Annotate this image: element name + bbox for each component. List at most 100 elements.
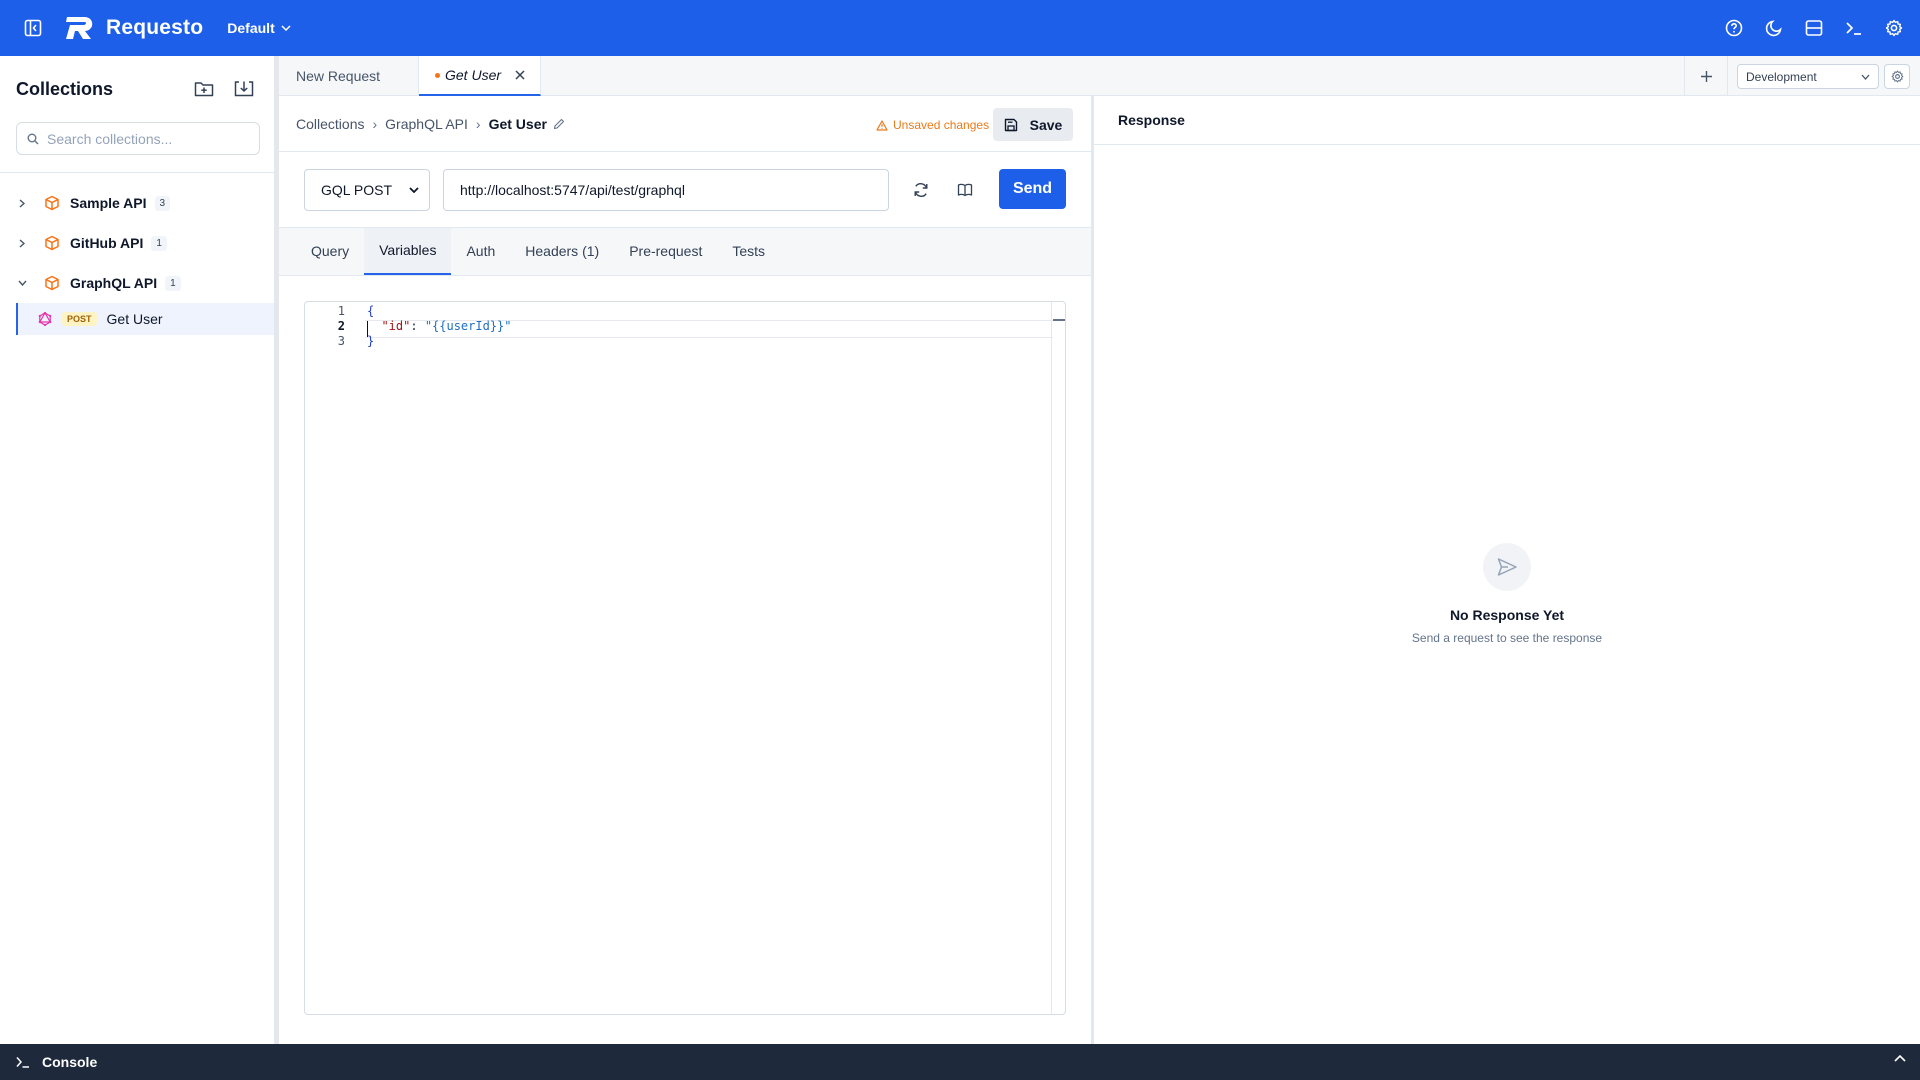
empty-subtitle: Send a request to see the response xyxy=(1411,631,1603,645)
collection-name: Sample API xyxy=(70,195,147,211)
collection-sample-api[interactable]: Sample API 3 xyxy=(0,183,274,223)
unsaved-text: Unsaved changes xyxy=(893,118,990,132)
code-line: } xyxy=(367,334,374,348)
open-brace: { xyxy=(367,304,375,318)
editor-scrollbar[interactable] xyxy=(1051,302,1065,1014)
line-number: 1 xyxy=(337,304,345,318)
workspace-selector[interactable]: Default xyxy=(227,20,291,36)
cube-icon xyxy=(44,275,60,291)
environment-settings-button[interactable] xyxy=(1884,64,1910,89)
refresh-schema-button[interactable] xyxy=(907,176,935,204)
tab-pre-request[interactable]: Pre-request xyxy=(614,227,717,275)
new-collection-button[interactable] xyxy=(188,73,220,105)
tab-variables[interactable]: Variables xyxy=(364,227,452,275)
breadcrumb: Collections › GraphQL API › Get User Uns… xyxy=(279,96,1091,152)
code-line: { xyxy=(367,304,374,318)
method-select[interactable]: GQL POST xyxy=(304,169,430,211)
layout-icon[interactable] xyxy=(1794,8,1834,48)
send-icon xyxy=(1483,543,1531,591)
send-button[interactable]: Send xyxy=(999,169,1066,209)
collections-sidebar: Collections Sample API 3 GitHub API 1 xyxy=(0,56,275,1044)
line-number: 3 xyxy=(337,334,345,348)
settings-gear-icon[interactable] xyxy=(1874,8,1914,48)
close-icon[interactable] xyxy=(515,70,525,80)
chevron-up-icon[interactable] xyxy=(1894,1054,1906,1062)
warning-icon xyxy=(876,119,888,131)
request-count-badge: 1 xyxy=(165,275,181,291)
graphql-icon xyxy=(38,312,52,326)
chevron-down-icon xyxy=(409,187,419,193)
json-colon: : xyxy=(410,319,425,333)
tab-headers[interactable]: Headers (1) xyxy=(510,227,614,275)
unsaved-indicator: Unsaved changes xyxy=(876,118,989,132)
close-brace: } xyxy=(367,334,375,348)
response-title: Response xyxy=(1094,96,1920,145)
json-value: "{{userId}}" xyxy=(424,319,512,333)
pencil-icon[interactable] xyxy=(553,118,565,130)
gear-icon xyxy=(1891,70,1903,83)
search-input[interactable] xyxy=(47,130,247,147)
save-icon xyxy=(1004,118,1017,131)
logo-icon xyxy=(64,15,96,41)
method-badge: POST xyxy=(62,312,97,326)
request-name: Get User xyxy=(106,311,163,327)
collection-github-api[interactable]: GitHub API 1 xyxy=(0,223,274,263)
url-value: http://localhost:5747/api/test/graphql xyxy=(460,182,685,198)
empty-title: No Response Yet xyxy=(1449,607,1565,623)
line-gutter: 1 2 3 xyxy=(305,302,355,1014)
response-panel: Response No Response Yet Send a request … xyxy=(1094,96,1920,1044)
collections-search[interactable] xyxy=(16,122,260,155)
moon-icon[interactable] xyxy=(1754,8,1794,48)
chevron-down-icon[interactable] xyxy=(12,280,32,286)
tab-tests[interactable]: Tests xyxy=(717,227,780,275)
cube-icon xyxy=(44,235,60,251)
search-icon xyxy=(27,133,39,144)
plus-icon xyxy=(1700,70,1712,82)
tab-query[interactable]: Query xyxy=(296,227,364,275)
book-icon xyxy=(957,183,973,197)
terminal-icon xyxy=(16,1056,30,1068)
collection-tree: Sample API 3 GitHub API 1 GraphQL API 1 … xyxy=(0,173,274,335)
sidebar-title: Collections xyxy=(16,78,114,99)
request-item-get-user[interactable]: POST Get User xyxy=(16,303,274,335)
folder-plus-icon xyxy=(194,82,214,97)
breadcrumb-collections[interactable]: Collections xyxy=(296,116,364,132)
app-name: Requesto xyxy=(106,16,204,39)
json-key: "id" xyxy=(381,319,411,333)
url-bar: GQL POST http://localhost:5747/api/test/… xyxy=(279,152,1091,228)
breadcrumb-separator: › xyxy=(372,115,378,132)
request-count-badge: 3 xyxy=(154,195,171,211)
cube-icon xyxy=(44,195,60,211)
request-count-badge: 1 xyxy=(151,235,167,251)
chevron-right-icon[interactable] xyxy=(12,238,32,248)
request-tabs-bar: New Request Get User Development xyxy=(279,56,1920,96)
save-button[interactable]: Save xyxy=(993,108,1073,141)
environment-value: Development xyxy=(1746,69,1817,84)
import-button[interactable] xyxy=(228,73,260,105)
tab-label: New Request xyxy=(296,68,381,84)
save-label: Save xyxy=(1029,116,1063,133)
breadcrumb-current: Get User xyxy=(488,115,547,132)
request-subtabs: Query Variables Auth Headers (1) Pre-req… xyxy=(279,227,1091,276)
breadcrumb-collection[interactable]: GraphQL API xyxy=(385,116,468,132)
unsaved-dot xyxy=(435,72,440,78)
tab-get-user[interactable]: Get User xyxy=(419,56,541,96)
variables-editor[interactable]: 1 2 3 { "id": "{{userId}}" } xyxy=(304,301,1066,1015)
help-icon[interactable] xyxy=(1714,8,1754,48)
empty-response-state: No Response Yet Send a request to see th… xyxy=(1094,543,1920,645)
collection-graphql-api[interactable]: GraphQL API 1 xyxy=(0,263,274,303)
console-bar[interactable]: Console xyxy=(0,1044,1920,1080)
import-icon xyxy=(234,81,254,97)
url-input[interactable]: http://localhost:5747/api/test/graphql xyxy=(443,169,889,211)
sidebar-toggle-icon[interactable] xyxy=(22,17,44,39)
new-tab-button[interactable] xyxy=(1684,56,1728,96)
request-panel: Collections › GraphQL API › Get User Uns… xyxy=(279,96,1091,1044)
terminal-icon[interactable] xyxy=(1834,8,1874,48)
tab-new-request[interactable]: New Request xyxy=(279,56,419,96)
docs-button[interactable] xyxy=(951,176,979,204)
chevron-down-icon xyxy=(281,25,291,31)
environment-select[interactable]: Development xyxy=(1737,64,1879,89)
app-header: Requesto Default xyxy=(0,0,1920,56)
tab-auth[interactable]: Auth xyxy=(451,227,510,275)
chevron-right-icon[interactable] xyxy=(12,198,32,208)
